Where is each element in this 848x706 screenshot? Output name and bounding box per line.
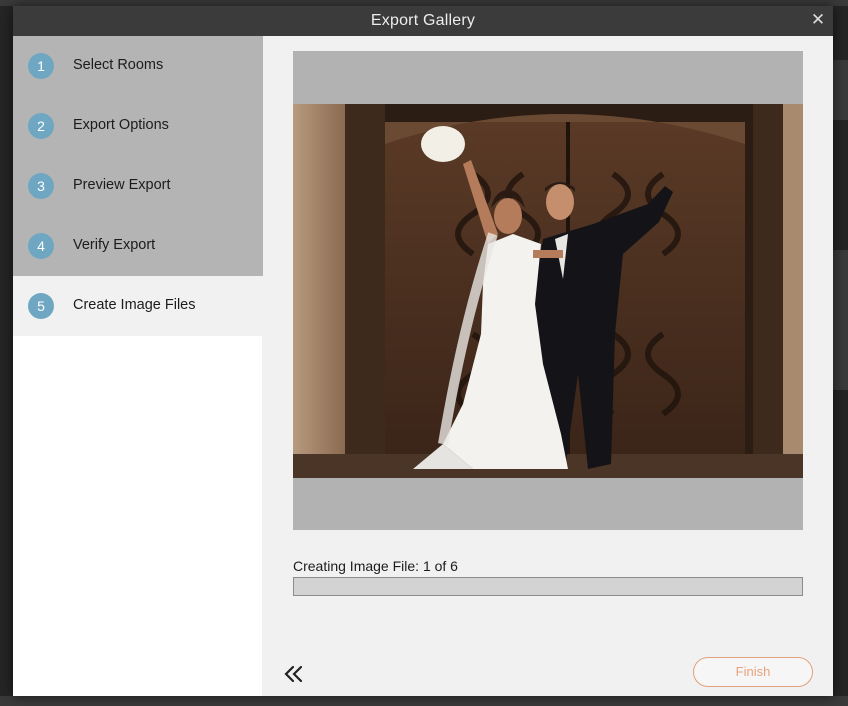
- dialog-titlebar: Export Gallery ✕: [13, 6, 833, 36]
- backdrop-strip: [833, 60, 848, 120]
- step-preview-export[interactable]: 3 Preview Export: [13, 156, 263, 216]
- double-chevron-left-icon[interactable]: [283, 662, 305, 686]
- step-number-badge: 3: [28, 173, 54, 199]
- wedding-couple-photo: [293, 104, 803, 478]
- step-label: Create Image Files: [73, 297, 196, 313]
- dialog-title: Export Gallery: [370, 12, 476, 29]
- step-create-image-files[interactable]: 5 Create Image Files: [13, 276, 263, 336]
- export-progress-bar: [293, 577, 803, 596]
- step-number-badge: 1: [28, 53, 54, 79]
- wizard-steps: 1 Select Rooms 2 Export Options 3 Previe…: [13, 36, 263, 336]
- step-select-rooms[interactable]: 1 Select Rooms: [13, 36, 263, 96]
- preview-photo: [293, 104, 803, 478]
- wizard-sidebar: 1 Select Rooms 2 Export Options 3 Previe…: [13, 36, 263, 696]
- image-preview-area: [293, 51, 803, 530]
- step-number-badge: 2: [28, 113, 54, 139]
- progress-status-text: Creating Image File: 1 of 6: [293, 558, 458, 574]
- step-label: Select Rooms: [73, 57, 164, 73]
- step-verify-export[interactable]: 4 Verify Export: [13, 216, 263, 276]
- step-label: Export Options: [73, 117, 169, 133]
- step-export-options[interactable]: 2 Export Options: [13, 96, 263, 156]
- backdrop-strip: [0, 696, 848, 706]
- backdrop-strip: [833, 250, 848, 390]
- step-number-badge: 5: [28, 293, 54, 319]
- step-number-badge: 4: [28, 233, 54, 259]
- step-label: Preview Export: [73, 177, 171, 193]
- finish-button[interactable]: Finish: [693, 657, 813, 687]
- close-icon[interactable]: ✕: [809, 10, 827, 30]
- step-label: Verify Export: [73, 237, 156, 253]
- export-gallery-dialog: Export Gallery ✕ 1 Select Rooms 2 Export…: [13, 6, 833, 696]
